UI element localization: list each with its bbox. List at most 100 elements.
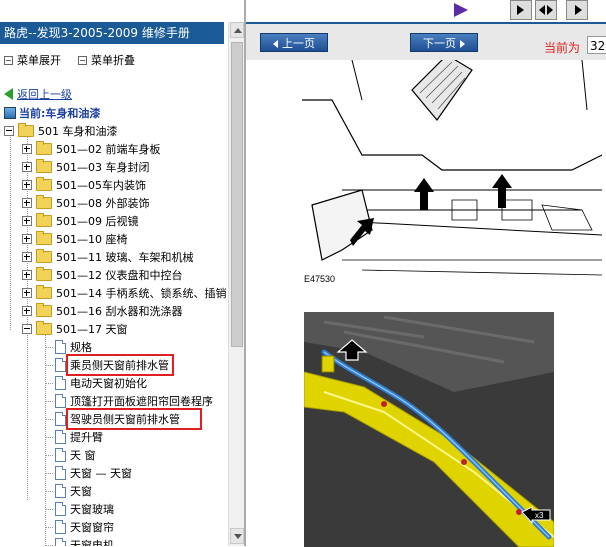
tree-doc-label: 天窗窗帘 (70, 521, 114, 534)
tree-folder-501-03[interactable]: 501—03 车身封闭 (22, 158, 150, 176)
folder-icon (36, 249, 52, 263)
folder-icon (36, 213, 52, 227)
callout-label: x3 (535, 511, 544, 520)
collapse-frame-button[interactable] (535, 0, 557, 20)
manual-title: 路虎--发现3-2005-2009 维修手册 (0, 22, 224, 44)
tree-folder-501-02[interactable]: 501—02 前端车身板 (22, 140, 161, 158)
tree-folder-501-14[interactable]: 501—14 手柄系统、锁系统、插销 (22, 284, 227, 302)
tree-doc-item[interactable]: 天窗玻璃 (55, 500, 114, 518)
expand-toggle-icon[interactable] (22, 270, 32, 280)
tree-doc-item[interactable]: 天窗 — 天窗 (55, 464, 132, 482)
back-link-label: 返回上一级 (17, 88, 72, 101)
document-icon (55, 394, 66, 408)
tree-folder-501-10[interactable]: 501—10 座椅 (22, 230, 128, 248)
menu-expand-button[interactable]: 菜单展开 (4, 52, 61, 68)
tree-doc-label: 天窗 — 天窗 (70, 467, 132, 480)
tree-doc-item[interactable]: 天窗 (55, 482, 92, 500)
tree-doc-item[interactable]: 天 窗 (55, 446, 96, 464)
arrow-right-icon (517, 5, 524, 15)
current-location-label: 当前:车身和油漆 (19, 107, 101, 120)
scroll-thumb[interactable] (231, 42, 243, 347)
tree-scrollbar[interactable] (228, 22, 244, 546)
folder-open-icon (18, 123, 34, 137)
expand-toggle-icon[interactable] (22, 216, 32, 226)
next-page-label: 下一页 (423, 37, 456, 50)
document-icon (55, 538, 66, 546)
expand-toggle-icon[interactable] (22, 162, 32, 172)
scroll-down-icon[interactable] (230, 528, 244, 544)
document-icon (55, 448, 66, 462)
prev-page-button[interactable]: 上一页 (260, 33, 328, 52)
figure-photo: x3 (304, 312, 554, 547)
expand-toggle-icon[interactable] (22, 198, 32, 208)
menu-collapse-button[interactable]: 菜单折叠 (78, 52, 135, 68)
tree-folder-label: 501—03 车身封闭 (56, 161, 150, 174)
tree-folder-501-05[interactable]: 501—05车内装饰 (22, 176, 146, 194)
tree-doc-item[interactable]: 提升臂 (55, 428, 103, 446)
highlight-box (66, 354, 174, 376)
page-navigation-bar: 上一页 下一页 当前为 32 (246, 22, 606, 60)
tree-doc-label: 天 窗 (70, 449, 96, 462)
expand-toggle-icon[interactable] (22, 144, 32, 154)
expand-toggle-icon[interactable] (22, 252, 32, 262)
expand-toggle-icon[interactable] (22, 306, 32, 316)
tree-node-root[interactable]: 501 车身和油漆 (4, 122, 118, 140)
tree-doc-label: 顶篷打开面板遮阳帘回卷程序 (70, 395, 213, 408)
expand-toggle-icon[interactable] (22, 288, 32, 298)
tree-folder-label: 501—08 外部装饰 (56, 197, 150, 210)
figure-line-drawing: E47530 (302, 60, 602, 300)
document-icon (55, 358, 66, 372)
next-page-button[interactable]: 下一页 (410, 33, 478, 52)
tree-folder-501-17[interactable]: 501—17 天窗 (22, 320, 128, 338)
tree-folder-501-16[interactable]: 501—16 刮水器和洗涤器 (22, 302, 183, 320)
current-location: 当前:车身和油漆 (4, 105, 100, 121)
tree-doc-item[interactable]: 电动天窗初始化 (55, 374, 147, 392)
arrow-left-icon (273, 40, 278, 48)
collapse-all-icon (78, 55, 87, 65)
current-page-field[interactable]: 32 (587, 36, 606, 54)
tree-folder-501-08[interactable]: 501—08 外部装饰 (22, 194, 150, 212)
menu-controls: 菜单展开 菜单折叠 (0, 50, 224, 68)
folder-icon (36, 267, 52, 281)
figure-code: E47530 (304, 274, 335, 284)
tree-doc-item[interactable]: 天窗窗帘 (55, 518, 114, 536)
menu-collapse-label: 菜单折叠 (91, 54, 135, 67)
arrow-left-icon (539, 5, 545, 15)
back-link[interactable]: 返回上一级 (4, 86, 72, 102)
next-section-button[interactable] (510, 0, 532, 20)
tree-doc-label: 规格 (70, 341, 92, 354)
scroll-up-icon[interactable] (230, 22, 244, 38)
tree-folder-label: 501—02 前端车身板 (56, 143, 161, 156)
folder-open-icon (36, 321, 52, 335)
collapse-toggle-icon[interactable] (4, 126, 14, 136)
tree-folder-label: 501—05车内装饰 (56, 179, 146, 192)
collapse-toggle-icon[interactable] (22, 324, 32, 334)
highlight-box (66, 408, 202, 430)
navigation-panel: 路虎--发现3-2005-2009 维修手册 菜单展开 菜单折叠 返回上一级 当… (0, 0, 244, 546)
folder-icon (36, 177, 52, 191)
content-panel: 上一页 下一页 当前为 32 E47530 x3 (246, 0, 606, 547)
tree-folder-label: 501—11 玻璃、车架和机械 (56, 251, 194, 264)
tree-doc-label: 电动天窗初始化 (70, 377, 147, 390)
tree-folder-label: 501—16 刮水器和洗涤器 (56, 305, 183, 318)
manual-content: E47530 x3 (246, 60, 606, 547)
expand-toggle-icon[interactable] (22, 180, 32, 190)
tree-doc-label: 天窗 (70, 485, 92, 498)
folder-icon (36, 159, 52, 173)
document-icon (55, 412, 66, 426)
document-icon (55, 466, 66, 480)
tree-folder-label: 501—14 手柄系统、锁系统、插销 (56, 287, 227, 300)
document-icon (55, 520, 66, 534)
tree-folder-501-11[interactable]: 501—11 玻璃、车架和机械 (22, 248, 194, 266)
tree-folder-label: 501—10 座椅 (56, 233, 128, 246)
expand-all-icon (4, 55, 13, 65)
tree-doc-item[interactable]: 天窗电机 (55, 536, 114, 546)
tree-folder-label: 501—09 后视镜 (56, 215, 139, 228)
document-icon (55, 502, 66, 516)
tree-folder-501-09[interactable]: 501—09 后视镜 (22, 212, 139, 230)
expand-frame-button[interactable] (566, 0, 588, 20)
play-icon[interactable] (454, 3, 468, 17)
tree-folder-501-12[interactable]: 501—12 仪表盘和中控台 (22, 266, 183, 284)
folder-icon (36, 285, 52, 299)
expand-toggle-icon[interactable] (22, 234, 32, 244)
